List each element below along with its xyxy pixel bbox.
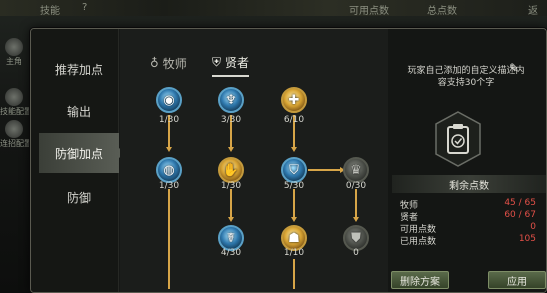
bg-side-skill-config[interactable]: 技能配置 xyxy=(0,88,32,118)
bg-side-label: 连招配置 xyxy=(0,139,32,148)
connector-line xyxy=(355,189,357,219)
nav-defense[interactable]: 防御 xyxy=(39,177,119,217)
talent-tree: ♁ 牧师 ⛨ 贤者 ◉ 1/30 ♆ 3/30 ✚ 6/10 ◍ 1/30 ✋ … xyxy=(120,29,388,292)
talent-node[interactable]: ◍ xyxy=(156,157,182,183)
talent-node[interactable]: ♆ xyxy=(218,87,244,113)
plan-description: 玩家自己添加的自定义描述内容支持30个字 xyxy=(407,66,525,88)
stat-label: 贤者 xyxy=(400,213,419,223)
bg-side-combo-config[interactable]: 连招配置 xyxy=(0,120,32,150)
arrow-down-icon xyxy=(166,147,172,152)
preset-nav: 推荐加点 输出 防御加点 防御 xyxy=(31,29,125,292)
talent-count: 1/30 xyxy=(220,181,242,191)
stat-label: 已用点数 xyxy=(400,237,437,247)
class-tabs: ♁ 牧师 ⛨ 贤者 xyxy=(120,49,388,77)
talent-count: 0 xyxy=(353,248,359,258)
talent-panel: 推荐加点 输出 防御加点 防御 ♁ 牧师 ⛨ 贤者 ◉ 1/30 ♆ 3/30 … xyxy=(30,28,547,293)
dark-crown-icon: ♛ xyxy=(350,162,362,178)
nav-defense-build[interactable]: 防御加点 xyxy=(39,133,125,173)
tab-priest[interactable]: ♁ 牧师 xyxy=(150,49,187,77)
plan-info-panel: 玩家自己添加的自定义描述内容支持30个字 ✎ 剩余点数 牧师 45 / 65 贤… xyxy=(388,29,546,292)
edit-pencil-icon[interactable]: ✎ xyxy=(509,61,523,75)
arrow-down-icon xyxy=(228,217,234,222)
shield-emblem-icon: ⛉ xyxy=(289,162,299,178)
stat-row-used: 已用点数 105 xyxy=(400,234,536,247)
tab-label: 贤者 xyxy=(225,55,250,70)
tab-sage[interactable]: ⛨ 贤者 xyxy=(212,49,250,77)
stat-label: 可用点数 xyxy=(400,225,437,235)
connector-line xyxy=(168,189,170,289)
talent-count: 4/30 xyxy=(220,248,242,258)
priest-icon: ♁ xyxy=(150,56,159,70)
stat-value: 45 / 65 xyxy=(504,198,536,208)
talent-count: 0/30 xyxy=(345,181,367,191)
praying-figure-icon: ☤ xyxy=(226,230,236,246)
bg-skill-label: 技能 xyxy=(40,6,60,17)
winged-hand-icon: ✋ xyxy=(222,162,240,178)
connector-line xyxy=(293,259,295,289)
connector-line xyxy=(308,169,340,171)
bg-side-label: 技能配置 xyxy=(0,107,32,116)
holy-cross-icon: ✚ xyxy=(288,92,300,108)
talent-count: 1/10 xyxy=(283,248,305,258)
stat-row-available: 可用点数 0 xyxy=(400,222,536,235)
stat-row-sage: 贤者 60 / 67 xyxy=(400,210,536,223)
bg-side-label: 主角 xyxy=(6,57,22,66)
bg-total-points-label: 总点数 xyxy=(427,6,457,17)
nav-recommended-build[interactable]: 推荐加点 xyxy=(39,49,119,89)
tab-label: 牧师 xyxy=(162,56,187,71)
clipboard-check-icon xyxy=(435,111,481,167)
arrow-down-icon xyxy=(353,217,359,222)
talent-node[interactable]: ✚ xyxy=(281,87,307,113)
stat-value: 105 xyxy=(518,234,536,244)
talent-node[interactable]: ◉ xyxy=(156,87,182,113)
talent-count: 1/30 xyxy=(158,181,180,191)
stat-row-priest: 牧师 45 / 65 xyxy=(400,198,536,211)
apply-button[interactable]: 应用 xyxy=(488,271,546,289)
bg-side-character[interactable]: 主角 xyxy=(0,38,28,68)
connector-line xyxy=(293,189,295,219)
sage-shield-icon: ⛨ xyxy=(212,54,222,69)
combo-config-icon xyxy=(5,120,23,138)
talent-node[interactable]: ♛ xyxy=(343,157,369,183)
skill-config-icon xyxy=(5,88,23,106)
talent-node[interactable]: ✋ xyxy=(218,157,244,183)
talent-count: 3/30 xyxy=(220,115,242,125)
bg-available-points-label: 可用点数 xyxy=(349,6,389,17)
arrow-down-icon xyxy=(228,147,234,152)
nav-damage[interactable]: 输出 xyxy=(39,91,119,131)
talent-node[interactable]: ⛉ xyxy=(281,157,307,183)
stat-value: 60 / 67 xyxy=(504,210,536,220)
delete-plan-button[interactable]: 删除方案 xyxy=(391,271,449,289)
stat-value: 0 xyxy=(530,222,536,232)
character-icon xyxy=(5,38,23,56)
talent-count: 6/10 xyxy=(283,115,305,125)
talent-count: 5/30 xyxy=(283,181,305,191)
arrow-down-icon xyxy=(291,217,297,222)
spiral-orb-icon: ◉ xyxy=(163,92,175,108)
stat-label: 牧师 xyxy=(400,201,419,211)
bg-return-label: 返 xyxy=(528,6,538,17)
talent-count: 1/30 xyxy=(158,115,180,125)
orb-pin-icon: ◍ xyxy=(163,162,175,178)
bg-help-mark: ? xyxy=(82,2,88,13)
golden-bell-icon: ☗ xyxy=(288,230,300,246)
grey-shield-icon: ⛊ xyxy=(351,230,361,246)
angel-figure-icon: ♆ xyxy=(225,92,237,108)
arrow-down-icon xyxy=(291,147,297,152)
connector-line xyxy=(230,189,232,219)
remaining-points-title: 剩余点数 xyxy=(392,175,546,193)
